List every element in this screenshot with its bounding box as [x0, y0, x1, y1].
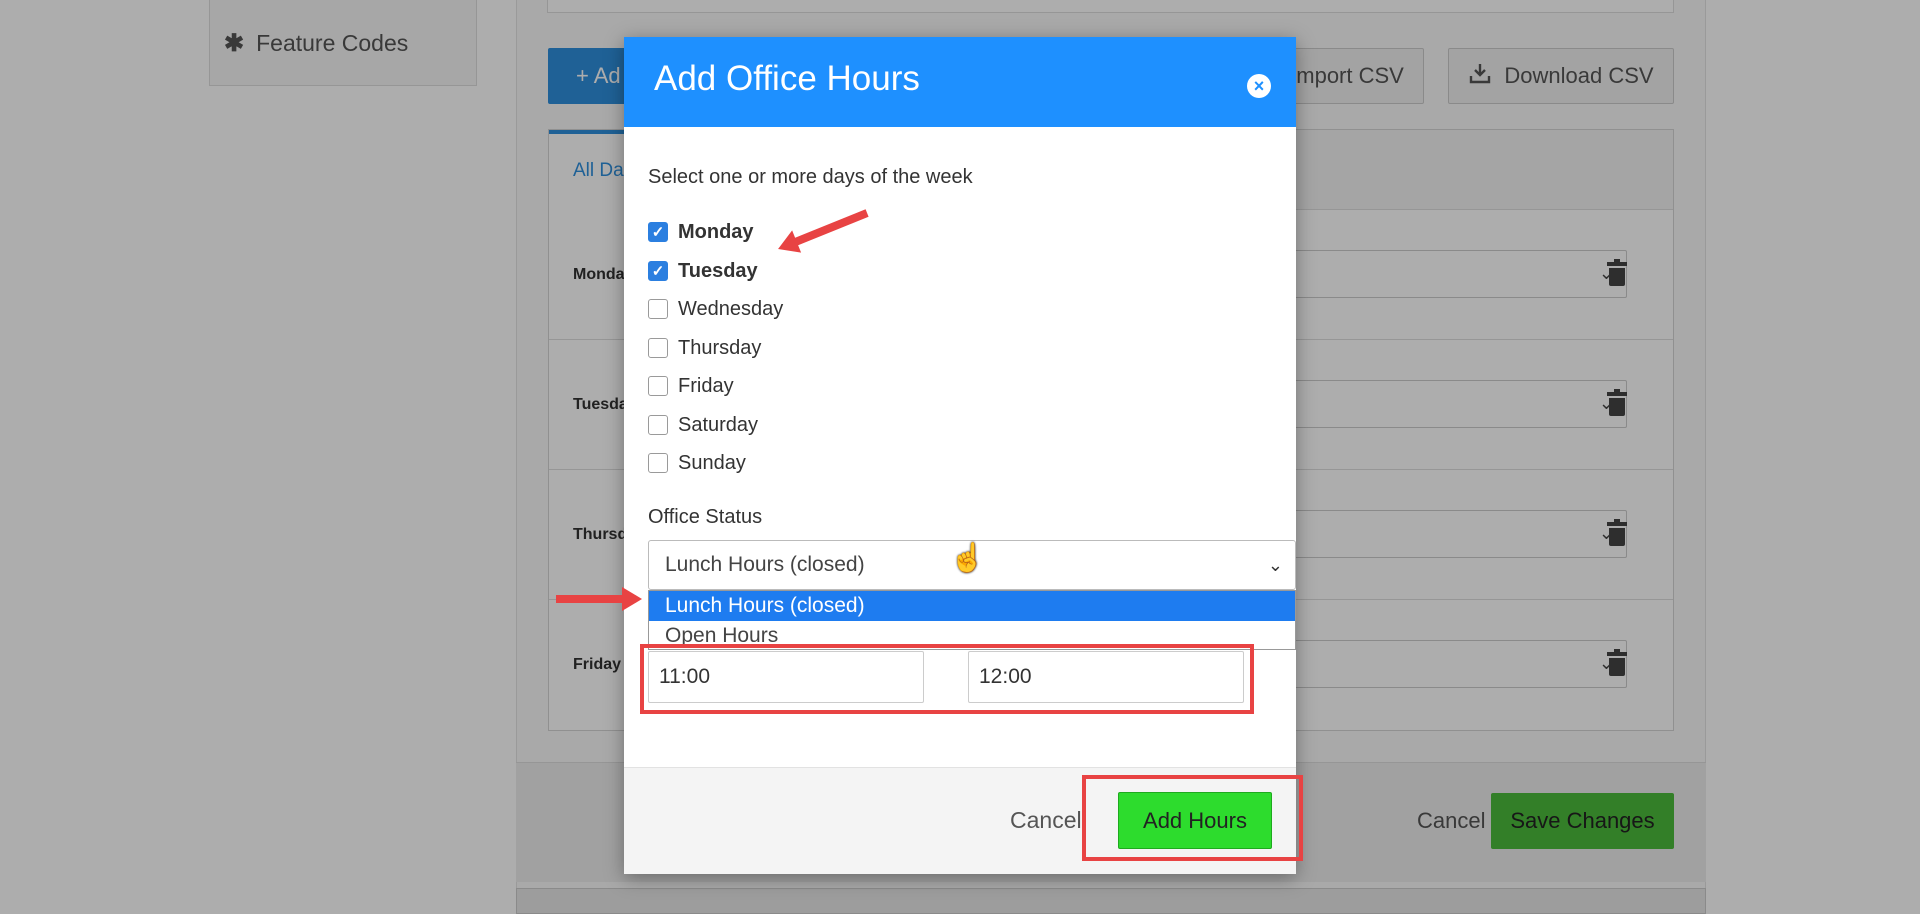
day-label: Saturday	[678, 413, 759, 436]
modal-cancel-button[interactable]: Cancel	[1010, 807, 1082, 834]
checkbox-checked-icon[interactable]: ✓	[648, 261, 668, 281]
day-checkbox-sunday[interactable]: Sunday	[648, 450, 746, 476]
office-status-value: Lunch Hours (closed)	[665, 553, 865, 576]
day-label: Thursday	[678, 336, 762, 359]
checkbox-icon[interactable]	[648, 453, 668, 473]
checkbox-icon[interactable]	[648, 299, 668, 319]
add-hours-highlight	[1082, 775, 1303, 861]
day-label: Tuesday	[678, 259, 758, 282]
day-label: Wednesday	[678, 297, 784, 320]
checkbox-checked-icon[interactable]: ✓	[648, 222, 668, 242]
day-label: Sunday	[678, 451, 746, 474]
close-icon[interactable]: ×	[1247, 74, 1271, 98]
time-inputs-highlight	[640, 644, 1254, 714]
checkbox-icon[interactable]	[648, 376, 668, 396]
office-status-dropdown: Lunch Hours (closed) Open Hours	[648, 590, 1296, 650]
checkbox-icon[interactable]	[648, 415, 668, 435]
day-checkbox-wednesday[interactable]: Wednesday	[648, 296, 783, 322]
checkbox-icon[interactable]	[648, 338, 668, 358]
modal-header: Add Office Hours ×	[624, 37, 1296, 127]
day-checkbox-saturday[interactable]: Saturday	[648, 412, 758, 438]
chevron-down-icon: ⌄	[1267, 555, 1283, 575]
day-checkbox-monday[interactable]: ✓ Monday	[648, 219, 754, 245]
add-office-hours-modal: Add Office Hours × Select one or more da…	[624, 37, 1296, 874]
day-checkbox-friday[interactable]: Friday	[648, 373, 734, 399]
day-label: Friday	[678, 374, 734, 397]
day-instruction: Select one or more days of the week	[648, 166, 973, 188]
arrow-icon	[556, 587, 642, 611]
day-label: Monday	[678, 220, 754, 243]
hand-cursor-icon: ☝	[950, 542, 985, 573]
dropdown-option-lunch-hours[interactable]: Lunch Hours (closed)	[649, 591, 1295, 621]
day-checkbox-tuesday[interactable]: ✓ Tuesday	[648, 258, 758, 284]
office-status-label: Office Status	[648, 506, 763, 528]
modal-title: Add Office Hours	[654, 59, 920, 98]
day-checkbox-thursday[interactable]: Thursday	[648, 335, 761, 361]
